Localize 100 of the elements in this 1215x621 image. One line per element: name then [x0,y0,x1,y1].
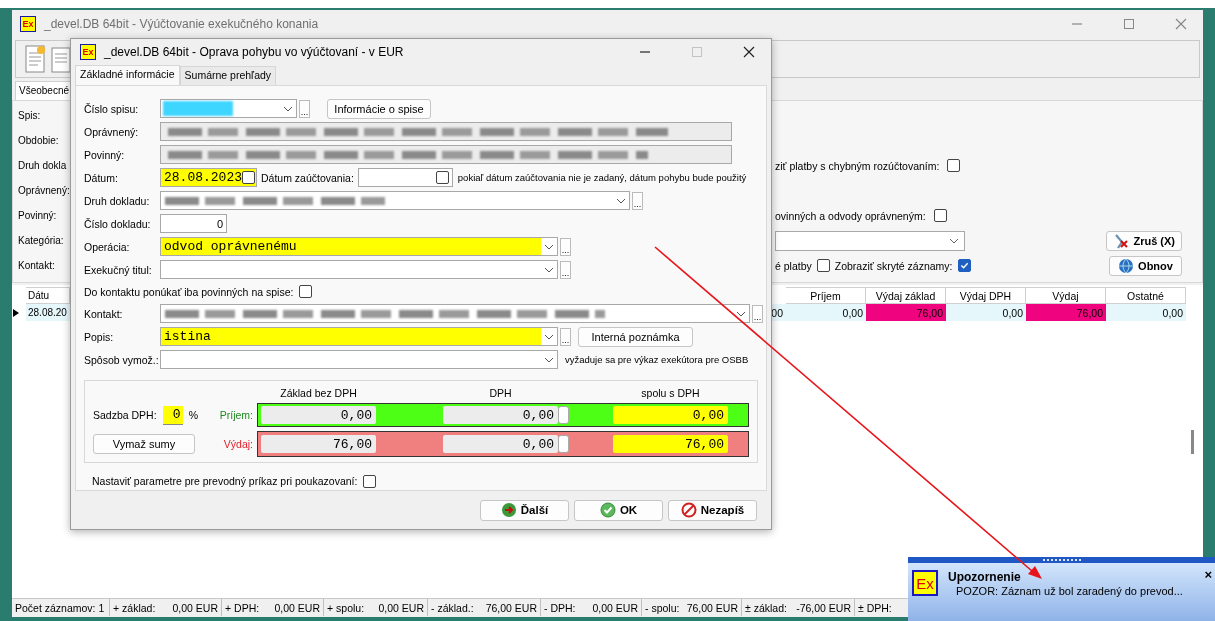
creditor-field[interactable] [160,122,732,141]
status-label: - DPH: [544,601,576,614]
button[interactable]: Zruš (X) [1106,230,1182,251]
cross-icon [1113,232,1130,249]
base-amount-field[interactable]: 0,00 [261,406,376,425]
checkbox[interactable] [816,259,830,272]
ellipsis-button[interactable]: ... [560,237,571,256]
info-button[interactable]: Informácie o spise [327,98,431,119]
column-header: Výdaj DPH [946,287,1026,304]
field-label: Kontakt: [17,260,56,271]
table-cell: 0,00 [786,304,866,321]
status-label: Počet záznamov: 1 [15,601,105,614]
date-field[interactable]: 28.08.2023 [160,168,257,187]
checkbox[interactable] [299,285,313,299]
tab[interactable]: Základné informácie [75,65,180,85]
close-icon [743,46,755,58]
document-number-field[interactable]: 0 [160,214,227,233]
field-label: Povinný: [17,210,58,221]
ellipsis-button[interactable]: ... [632,191,643,210]
debtor-field[interactable] [160,145,732,164]
field-label: Sadzba DPH: [93,409,157,422]
status-value: 0,00 EUR [172,601,218,614]
status-label: ± základ: [745,601,787,614]
close-button[interactable]: × [1204,570,1212,580]
checkmark-icon [959,261,969,270]
maximize-icon [691,46,703,58]
field-label: Dátum zaúčtovania: [261,171,354,184]
ellipsis-button[interactable]: ... [560,260,571,279]
table-cell: 0,00 [946,304,1026,321]
globe-icon [1118,257,1135,274]
status-value: 0,00 EUR [274,601,320,614]
total-amount-field[interactable]: 76,00 [613,435,728,454]
ellipsis-button[interactable]: ... [560,327,571,346]
dropdown[interactable] [775,230,965,251]
checkbox[interactable] [363,474,377,488]
vat-rate-field[interactable]: 0 [162,405,183,425]
status-label: + základ: [113,601,156,614]
grip-handle[interactable] [1042,559,1081,561]
table-cell: 28.08.20 [26,304,70,321]
button[interactable]: OK [574,499,663,521]
button[interactable]: Nezapíš [668,499,757,521]
table-cell: 00 [772,304,786,321]
operation-dropdown[interactable]: odvod oprávnenému [160,237,558,256]
ellipsis-button[interactable]: ... [299,99,310,118]
status-value: 0,00 EUR [592,601,638,614]
status-label: + spolu: [327,601,365,614]
field-label: Popis: [84,330,115,343]
checkbox[interactable] [947,159,961,172]
vat-amount-field[interactable]: 0,00 [443,435,558,454]
base-amount-field[interactable]: 76,00 [261,435,376,454]
status-value: -76,00 EUR [796,601,851,614]
scrollbar-thumb[interactable] [1191,430,1194,454]
option-label: ovinných a odvody oprávneným: [775,209,926,222]
field-label: Kontakt: [84,307,124,320]
button[interactable]: Ďalší [480,499,569,521]
description-dropdown[interactable]: istina [160,327,558,347]
checkbox[interactable] [242,171,255,184]
window-title: _devel.DB 64bit - Výúčtovanie exekučného konania [44,17,320,31]
status-label: ± DPH: [858,601,892,614]
total-amount-field[interactable]: 0,00 [613,406,728,425]
column-header: spolu s DPH [640,387,701,400]
app-logo: Ex [20,16,36,32]
column-header: Dátu [26,287,70,304]
vat-amount-field[interactable]: 0,00 [443,406,558,425]
maximize-icon [1123,18,1135,30]
ellipsis-button[interactable]: ... [752,304,763,323]
column-header: Príjem [786,287,866,304]
clear-button[interactable]: Vymaž sumy [93,434,195,455]
checkbox[interactable] [558,435,569,454]
column-header: Ostatné [1106,287,1186,304]
field-label: Obdobie: [17,135,60,146]
status-label: - základ.: [431,601,474,614]
status-label: + DPH: [225,601,260,614]
table-cell: 76,00 [866,304,946,321]
field-label: Kategória: [17,235,65,246]
checkbox[interactable] [957,259,971,272]
posting-date-field[interactable] [357,168,453,187]
checkbox[interactable] [558,406,569,425]
note-button[interactable]: Interná poznámka [578,326,693,347]
button[interactable]: Obnov [1109,255,1182,276]
check-icon [599,502,616,518]
recovery-method-dropdown[interactable] [160,350,558,370]
field-label: Operácia: [84,240,131,253]
checkbox[interactable] [933,209,947,222]
checkbox[interactable] [435,171,449,184]
percent-sign: % [188,409,198,422]
field-label: Exekučný titul: [84,263,153,276]
contact-dropdown[interactable] [160,304,750,324]
case-number-dropdown[interactable] [160,99,297,118]
option-label: ziť platby s chybným rozúčtovaním: [775,159,940,172]
field-label: Číslo dokladu: [84,217,152,230]
field-label: Nastaviť parametre pre prevodný príkaz pri poukazovaní: [92,475,358,488]
tab[interactable]: Sumárne prehľady [179,66,277,85]
field-label: Oprávnený: [84,125,140,138]
document-type-dropdown[interactable] [160,191,630,210]
enforcement-title-dropdown[interactable] [160,260,558,279]
app-logo: Ex [912,570,938,596]
window-title: _devel.DB 64bit - Oprava pohybu vo výúčtovaní - v EUR [104,45,405,59]
field-label: Spis: [17,110,42,121]
field-label: Povinný: [84,148,126,161]
